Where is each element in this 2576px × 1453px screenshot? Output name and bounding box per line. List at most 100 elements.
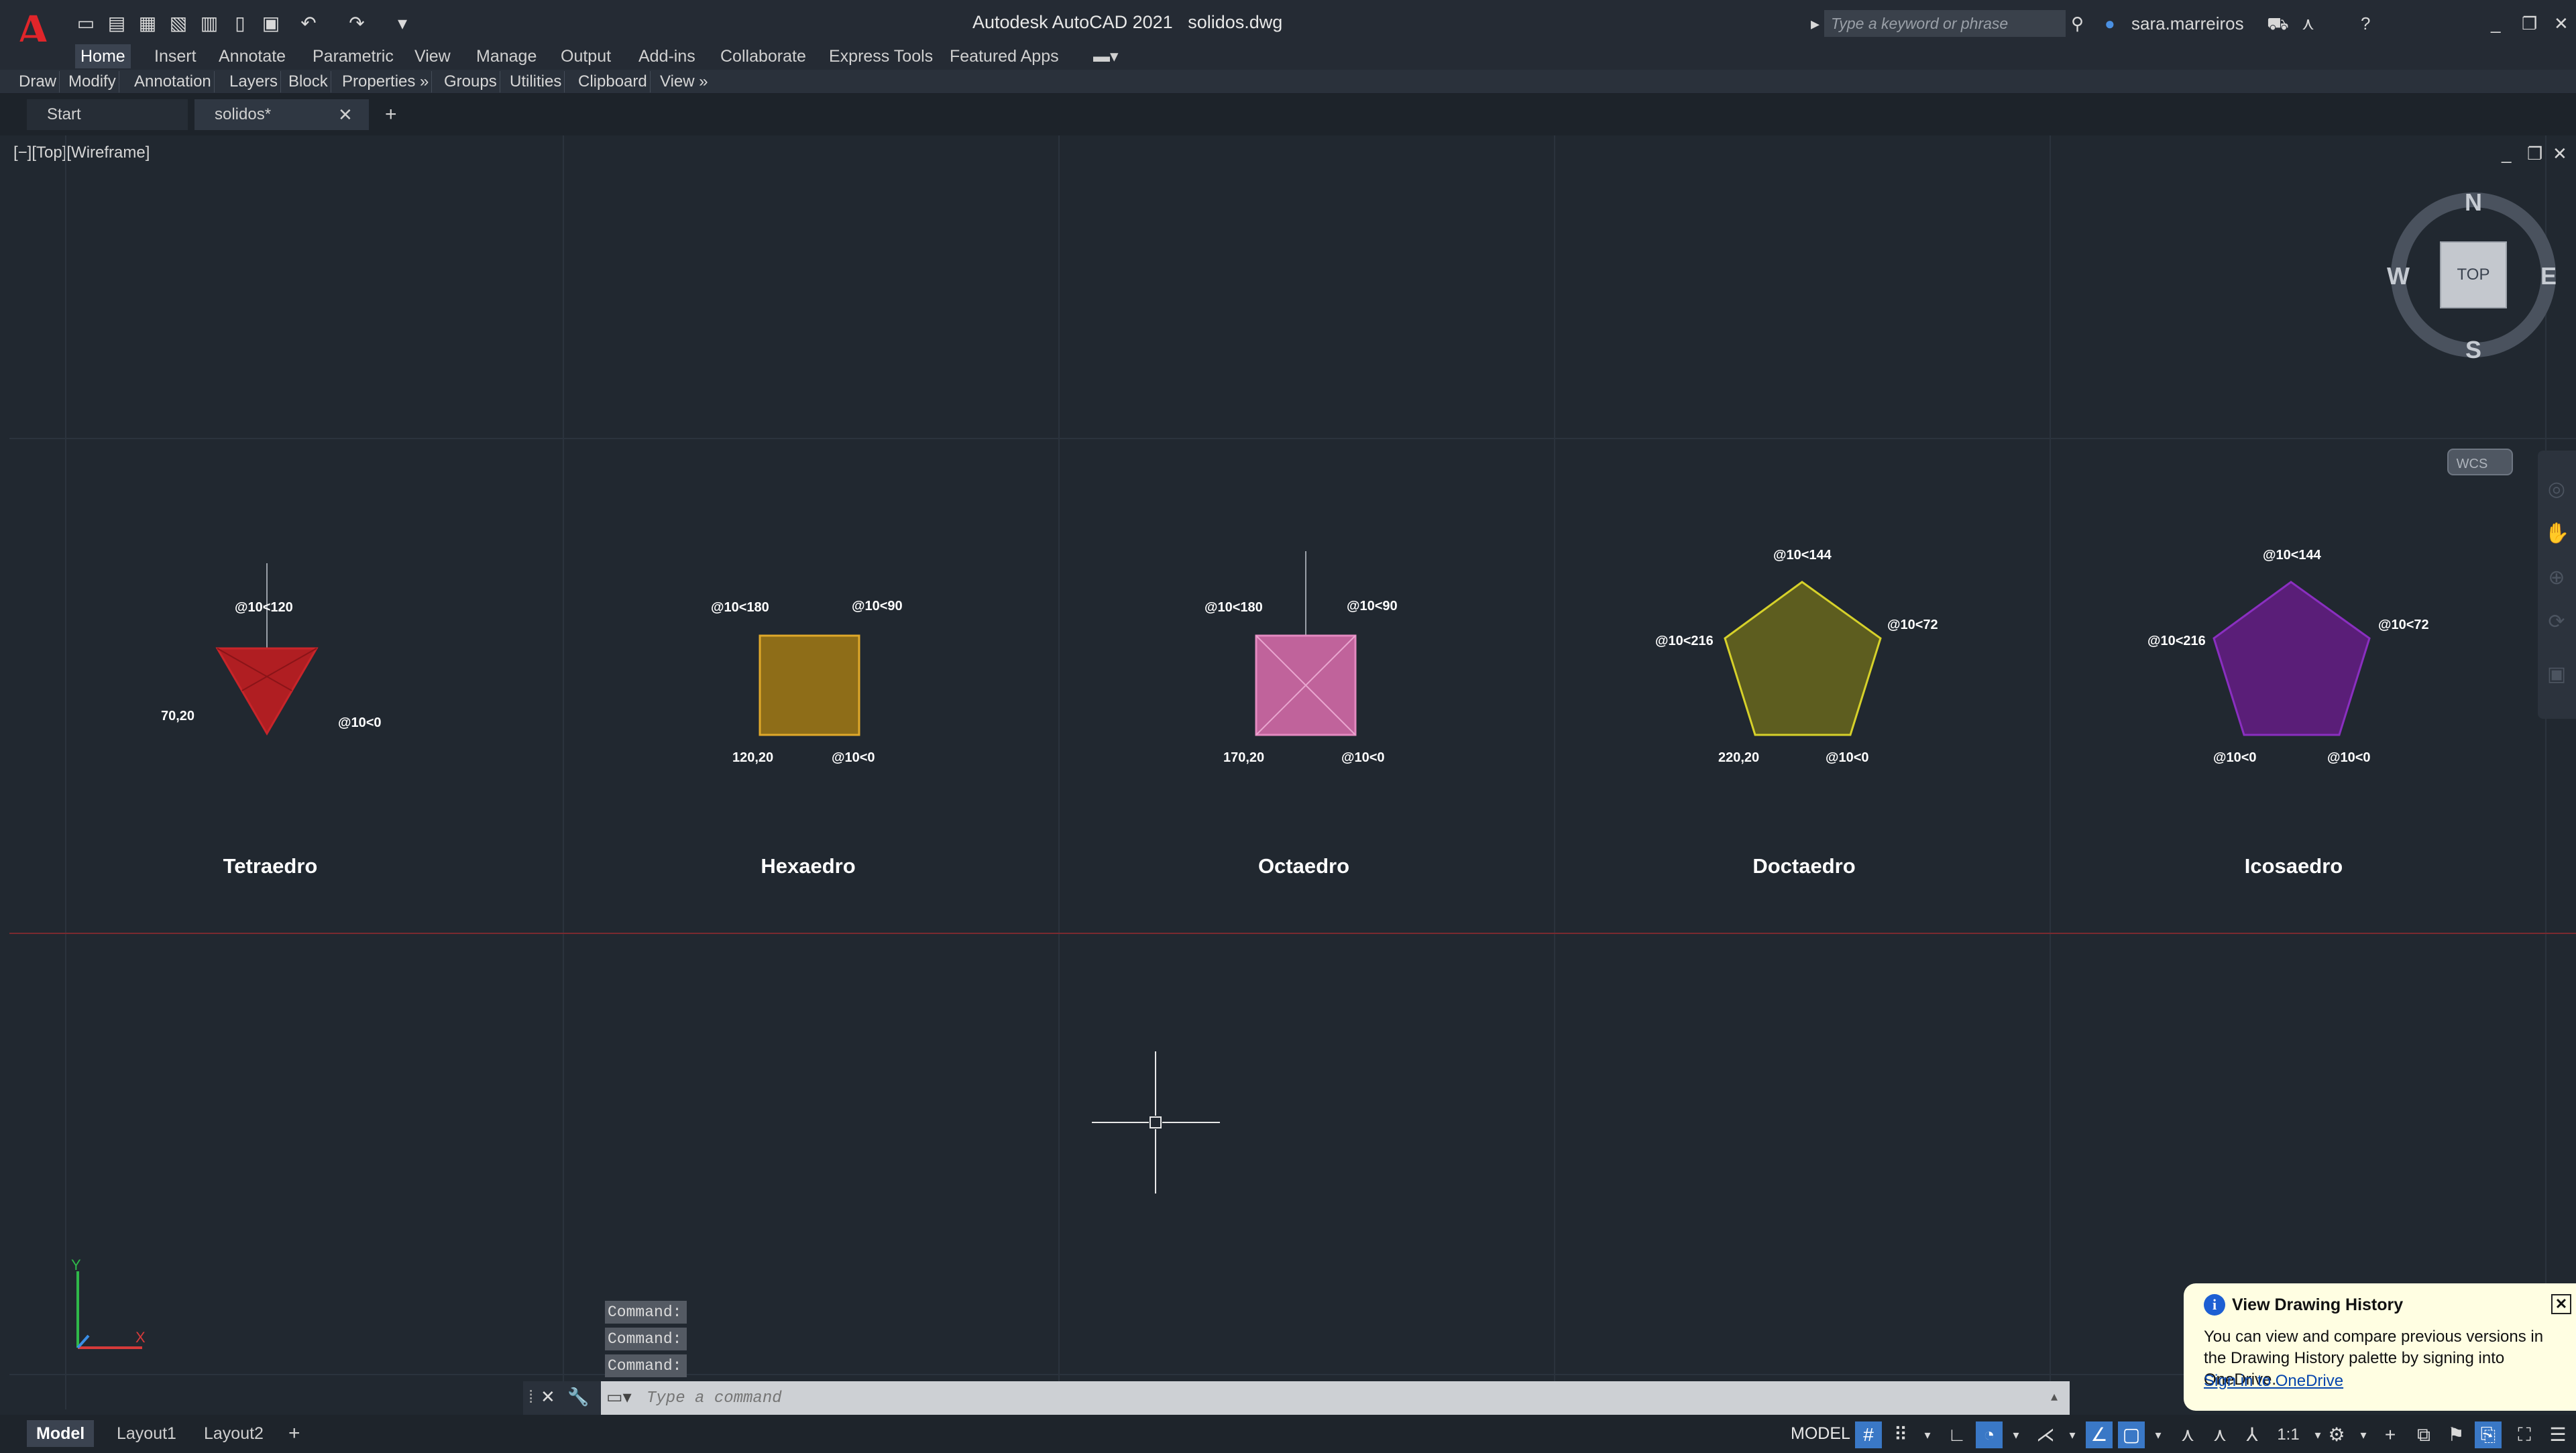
- recent-commands-icon[interactable]: ▭▾: [606, 1387, 632, 1407]
- ribbon-panel-bar: Draw Modify Annotation Layers Block Prop…: [0, 70, 2576, 94]
- clean-screen-icon[interactable]: ⛶: [2511, 1421, 2538, 1448]
- panel-block[interactable]: Block: [286, 71, 331, 93]
- pan-icon[interactable]: ✋: [2544, 522, 2569, 546]
- command-input[interactable]: [647, 1384, 2048, 1412]
- model-space-toggle[interactable]: MODEL: [1781, 1420, 1860, 1447]
- save-as-icon[interactable]: ▧: [168, 12, 189, 35]
- doctaedro-dim-top: @10<144: [1773, 548, 1832, 563]
- panel-annotation[interactable]: Annotation: [131, 71, 215, 93]
- panel-clipboard[interactable]: Clipboard: [575, 71, 651, 93]
- snap-dropdown-icon[interactable]: ▾: [1914, 1421, 1941, 1448]
- restore-icon[interactable]: ❐: [2522, 10, 2537, 37]
- command-grip-icon[interactable]: ⁞: [528, 1387, 533, 1407]
- wcs-menu: WCS: [2457, 457, 2488, 471]
- tab-add-ins[interactable]: Add-ins: [633, 44, 701, 68]
- annotation-monitor-icon[interactable]: +: [2377, 1421, 2404, 1448]
- user-name[interactable]: sara.marreiros: [2131, 10, 2244, 37]
- tab-collaborate[interactable]: Collaborate: [715, 44, 811, 68]
- zoom-icon[interactable]: ⊕: [2544, 566, 2569, 590]
- tab-annotate[interactable]: Annotate: [213, 44, 291, 68]
- workspace-gear-icon[interactable]: ⚙: [2323, 1421, 2350, 1448]
- layout-tab-layout1[interactable]: Layout1: [107, 1420, 186, 1447]
- quick-properties-icon[interactable]: ⚑: [2443, 1421, 2469, 1448]
- layout-tab-layout2[interactable]: Layout2: [194, 1420, 273, 1447]
- icosaedro-dim-right: @10<72: [2378, 618, 2429, 632]
- auto-scale-icon[interactable]: ⋏: [2206, 1421, 2233, 1448]
- help-icon[interactable]: ?: [2361, 10, 2370, 37]
- sign-in-onedrive-link[interactable]: Sign in to OneDrive: [2204, 1372, 2343, 1391]
- customize-command-icon[interactable]: 🔧: [567, 1387, 589, 1407]
- ribbon-display-toggle-icon[interactable]: ▬▾: [1088, 44, 1124, 68]
- command-line: ⁞ ✕ 🔧 ▭▾ ▴: [523, 1381, 2070, 1415]
- tab-manage[interactable]: Manage: [471, 44, 542, 68]
- drawing-history-icon[interactable]: ⎘: [2475, 1421, 2502, 1448]
- hexaedro-dim-bottom: @10<0: [832, 750, 875, 765]
- tab-home[interactable]: Home: [75, 44, 131, 68]
- customize-toolbar-icon[interactable]: ▾: [392, 12, 413, 35]
- octaedro-dim-bottom: @10<0: [1341, 750, 1385, 765]
- add-layout-icon[interactable]: +: [279, 1420, 310, 1447]
- redo-icon[interactable]: ↷: [346, 12, 368, 35]
- close-notification-icon[interactable]: ✕: [2551, 1294, 2571, 1314]
- annotation-visibility-icon[interactable]: ⋏: [2174, 1421, 2201, 1448]
- isometric-icon[interactable]: ⋌: [2032, 1421, 2059, 1448]
- panel-utilities[interactable]: Utilities: [507, 71, 565, 93]
- panel-draw[interactable]: Draw: [16, 71, 60, 93]
- panel-layers[interactable]: Layers: [227, 71, 282, 93]
- drawing-canvas[interactable]: @10<120 70,20 @10<0 Tetraedro @10<180 @1…: [9, 135, 2576, 1409]
- tab-featured-apps[interactable]: Featured Apps: [944, 44, 1064, 68]
- grid-icon[interactable]: #: [1855, 1421, 1882, 1448]
- search-expand-icon[interactable]: ▸: [1811, 10, 1819, 37]
- undo-icon[interactable]: ↶: [298, 12, 319, 35]
- workspace-dropdown-icon[interactable]: ▾: [2350, 1421, 2377, 1448]
- tab-view[interactable]: View: [409, 44, 456, 68]
- panel-properties[interactable]: Properties »: [339, 71, 433, 93]
- tab-express-tools[interactable]: Express Tools: [824, 44, 938, 68]
- ortho-icon[interactable]: ∟: [1944, 1421, 1970, 1448]
- user-icon[interactable]: ●: [2105, 10, 2115, 37]
- tab-insert[interactable]: Insert: [149, 44, 202, 68]
- customization-menu-icon[interactable]: ☰: [2544, 1421, 2571, 1448]
- polar-dropdown-icon[interactable]: ▾: [2003, 1421, 2029, 1448]
- panel-view[interactable]: View »: [657, 71, 711, 93]
- snap-icon[interactable]: ⠿: [1887, 1421, 1914, 1448]
- doc-tab-start[interactable]: Start: [27, 99, 188, 130]
- new-icon[interactable]: ▭: [75, 12, 97, 35]
- panel-groups[interactable]: Groups: [441, 71, 500, 93]
- open-icon[interactable]: ▤: [106, 12, 127, 35]
- annotation-scale-icon[interactable]: ⅄: [2239, 1421, 2265, 1448]
- polar-tracking-icon[interactable]: ◔: [1976, 1421, 2003, 1448]
- publish-icon[interactable]: ▥: [199, 12, 220, 35]
- autodesk-app-icon[interactable]: ⋏: [2302, 10, 2314, 37]
- tab-parametric[interactable]: Parametric: [307, 44, 399, 68]
- viewcube-south: S: [2465, 336, 2481, 363]
- close-tab-icon[interactable]: ✕: [338, 99, 353, 130]
- object-snap-icon[interactable]: ▢: [2118, 1421, 2145, 1448]
- print-icon[interactable]: ▣: [260, 12, 282, 35]
- close-icon[interactable]: ✕: [2554, 10, 2569, 37]
- orbit-icon[interactable]: ⟳: [2544, 610, 2569, 634]
- search-input[interactable]: Type a keyword or phrase: [1824, 10, 2066, 37]
- tab-output[interactable]: Output: [555, 44, 616, 68]
- command-history-toggle-icon[interactable]: ▴: [2051, 1388, 2058, 1405]
- annotation-scale-value[interactable]: 1:1: [2270, 1421, 2307, 1448]
- drawing-viewport[interactable]: [−][Top][Wireframe] _ ❐ ✕ @10<120 70,20 …: [9, 135, 2576, 1409]
- object-snap-dropdown-icon[interactable]: ▾: [2145, 1421, 2172, 1448]
- plot-preview-icon[interactable]: ▯: [229, 12, 251, 35]
- cart-icon[interactable]: ⛟: [2267, 10, 2289, 37]
- save-icon[interactable]: ▦: [137, 12, 158, 35]
- showmotion-icon[interactable]: ▣: [2544, 662, 2569, 687]
- icosaedro-dim-bottom-left: @10<0: [2213, 750, 2257, 765]
- object-snap-tracking-icon[interactable]: ∠: [2086, 1421, 2113, 1448]
- doc-tab-solidos[interactable]: solidos* ✕: [194, 99, 369, 130]
- new-tab-icon[interactable]: +: [380, 99, 406, 130]
- close-command-icon[interactable]: ✕: [541, 1387, 555, 1407]
- units-icon[interactable]: ⧉: [2410, 1421, 2437, 1448]
- search-icon[interactable]: ⚲: [2071, 10, 2084, 37]
- steering-wheel-icon[interactable]: ◎: [2544, 477, 2569, 502]
- tetraedro-point: 70,20: [161, 709, 194, 723]
- panel-modify[interactable]: Modify: [66, 71, 119, 93]
- isometric-dropdown-icon[interactable]: ▾: [2059, 1421, 2086, 1448]
- minimize-icon[interactable]: _: [2491, 10, 2500, 37]
- layout-tab-model[interactable]: Model: [27, 1420, 95, 1447]
